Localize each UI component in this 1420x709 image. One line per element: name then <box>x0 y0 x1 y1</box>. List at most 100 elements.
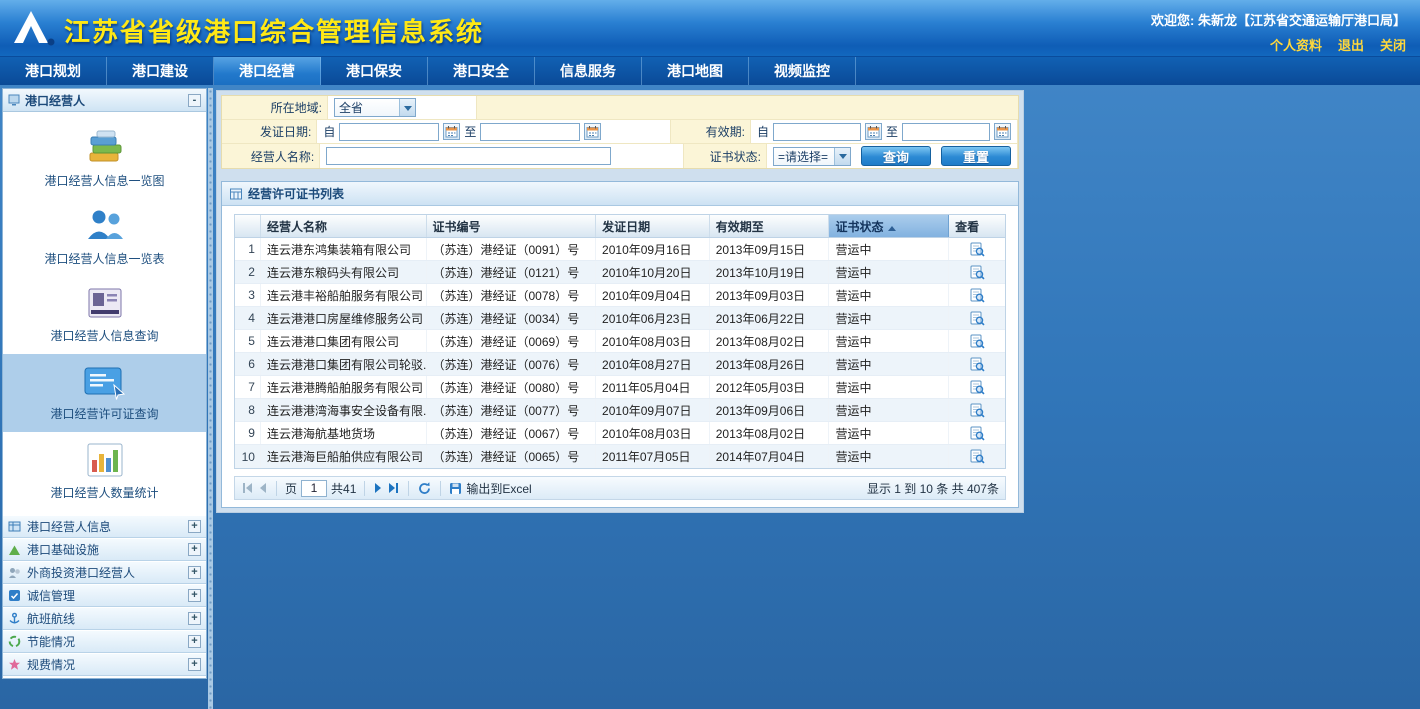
content-area: 港口经营人 - 港口经营人信息一览图港口经营人信息一览表港口经营人信息查询港口经… <box>0 85 1420 709</box>
accordion-item-5[interactable]: 航班航线 + <box>3 607 206 630</box>
accordion-item-3[interactable]: 外商投资港口经营人+ <box>3 561 206 584</box>
nav-tab-8[interactable]: 视频监控 <box>749 57 856 85</box>
issue-date-to-input[interactable] <box>480 123 580 141</box>
nav-tab-7[interactable]: 港口地图 <box>642 57 749 85</box>
table-row[interactable]: 9连云港海航基地货场（苏连）港经证（0067）号2010年08月03日2013年… <box>235 422 1005 445</box>
export-excel-button[interactable]: 输出到Excel <box>449 480 531 497</box>
nav-tab-2[interactable]: 港口建设 <box>107 57 214 85</box>
grid-header-col-2[interactable]: 证书编号 <box>427 215 597 237</box>
table-row[interactable]: 3连云港丰裕船舶服务有限公司（苏连）港经证（0078）号2010年09月04日2… <box>235 284 1005 307</box>
accordion-item-label: 航班航线 <box>27 610 75 627</box>
table-row[interactable]: 6连云港港口集团有限公司轮驳...（苏连）港经证（0076）号2010年08月2… <box>235 353 1005 376</box>
view-icon[interactable] <box>970 242 985 257</box>
table-row[interactable]: 1连云港东鸿集装箱有限公司（苏连）港经证（0091）号2010年09月16日20… <box>235 238 1005 261</box>
view-icon[interactable] <box>970 380 985 395</box>
expand-button[interactable]: + <box>188 658 201 671</box>
expand-button[interactable]: + <box>188 566 201 579</box>
cell-issue-date: 2011年05月04日 <box>596 376 710 398</box>
table-row[interactable]: 10连云港海巨船舶供应有限公司（苏连）港经证（0065）号2011年07月05日… <box>235 445 1005 468</box>
reset-button[interactable]: 重置 <box>941 146 1011 166</box>
operator-name-cell <box>319 144 684 168</box>
next-page-button[interactable] <box>373 482 383 494</box>
accordion-item-4[interactable]: 诚信管理 + <box>3 584 206 607</box>
sidebar-splitter[interactable] <box>208 88 213 709</box>
status-label: 证书状态: <box>684 144 766 168</box>
accordion-item-label: 诚信管理 <box>27 587 75 604</box>
cell-status: 营运中 <box>829 376 949 398</box>
validity-from-input[interactable] <box>773 123 861 141</box>
view-icon[interactable] <box>970 403 985 418</box>
nav-tab-6[interactable]: 信息服务 <box>535 57 642 85</box>
view-icon[interactable] <box>970 311 985 326</box>
table-row[interactable]: 5连云港港口集团有限公司（苏连）港经证（0069）号2010年08月03日201… <box>235 330 1005 353</box>
table-row[interactable]: 8连云港港湾海事安全设备有限...（苏连）港经证（0077）号2010年09月0… <box>235 399 1005 422</box>
sidebar-item-4[interactable]: 港口经营许可证查询 <box>3 354 206 432</box>
page-number-input[interactable] <box>301 480 327 497</box>
column-label: 证书状态 <box>835 218 883 235</box>
welcome-text: 欢迎您: 朱新龙【江苏省交通运输厅港口局】 <box>1151 10 1406 29</box>
chevron-down-icon <box>399 99 415 116</box>
refresh-icon[interactable] <box>417 481 432 496</box>
validity-to-input[interactable] <box>902 123 990 141</box>
cell-status: 营运中 <box>829 353 949 375</box>
grid-header-col-1[interactable]: 经营人名称 <box>261 215 427 237</box>
view-icon[interactable] <box>970 288 985 303</box>
grid-header-col-6[interactable]: 查看 <box>949 215 1005 237</box>
cell-rownum: 8 <box>235 399 261 421</box>
accordion-item-label: 港口经营人信息 <box>27 518 111 535</box>
nav-tab-3[interactable]: 港口经营 <box>214 57 321 85</box>
region-select[interactable]: 全省 <box>334 98 416 117</box>
infrastructure-icon <box>8 543 21 556</box>
search-button[interactable]: 查询 <box>861 146 931 166</box>
collapse-button[interactable]: - <box>188 94 201 107</box>
column-label: 有效期至 <box>716 218 764 235</box>
grid-header-col-5[interactable]: 证书状态 <box>829 215 949 237</box>
from-label: 自 <box>757 123 769 140</box>
cell-cert-no: （苏连）港经证（0078）号 <box>427 284 597 306</box>
nav-tab-4[interactable]: 港口保安 <box>321 57 428 85</box>
calendar-icon[interactable] <box>994 123 1011 140</box>
logout-link[interactable]: 退出 <box>1338 35 1364 54</box>
operator-name-input[interactable] <box>326 147 611 165</box>
view-icon[interactable] <box>970 265 985 280</box>
accordion-item-2[interactable]: 港口基础设施+ <box>3 538 206 561</box>
accordion-item-1[interactable]: 港口经营人信息 + <box>3 515 206 538</box>
view-icon[interactable] <box>970 426 985 441</box>
list-panel-header: 经营许可证书列表 <box>222 182 1018 206</box>
view-icon[interactable] <box>970 334 985 349</box>
first-page-button[interactable] <box>241 482 254 494</box>
nav-tab-1[interactable]: 港口规划 <box>0 57 107 85</box>
sidebar-item-5[interactable]: 港口经营人数量统计 <box>3 432 206 510</box>
expand-button[interactable]: + <box>188 635 201 648</box>
pagination-summary: 显示 1 到 10 条 共 407条 <box>867 480 999 497</box>
expand-button[interactable]: + <box>188 520 201 533</box>
table-row[interactable]: 4连云港港口房屋维修服务公司（苏连）港经证（0034）号2010年06月23日2… <box>235 307 1005 330</box>
expand-button[interactable]: + <box>188 612 201 625</box>
expand-button[interactable]: + <box>188 543 201 556</box>
issue-date-from-input[interactable] <box>339 123 439 141</box>
calendar-icon[interactable] <box>443 123 460 140</box>
table-row[interactable]: 2连云港东粮码头有限公司（苏连）港经证（0121）号2010年10月20日201… <box>235 261 1005 284</box>
status-select[interactable]: =请选择= <box>773 147 851 166</box>
cell-operator-name: 连云港港口集团有限公司 <box>261 330 427 352</box>
expand-button[interactable]: + <box>188 589 201 602</box>
accordion-item-6[interactable]: 节能情况+ <box>3 630 206 653</box>
sidebar-item-2[interactable]: 港口经营人信息一览表 <box>3 198 206 276</box>
grid-header-col-3[interactable]: 发证日期 <box>596 215 710 237</box>
profile-link[interactable]: 个人资料 <box>1270 35 1322 54</box>
grid-header-col-4[interactable]: 有效期至 <box>710 215 830 237</box>
sidebar-item-3[interactable]: 港口经营人信息查询 <box>3 276 206 354</box>
view-icon[interactable] <box>970 449 985 464</box>
cell-view <box>949 399 1005 421</box>
table-row[interactable]: 7连云港港腾船舶服务有限公司（苏连）港经证（0080）号2011年05月04日2… <box>235 376 1005 399</box>
calendar-icon[interactable] <box>865 123 882 140</box>
nav-tab-5[interactable]: 港口安全 <box>428 57 535 85</box>
sidebar-item-1[interactable]: 港口经营人信息一览图 <box>3 120 206 198</box>
accordion-item-7[interactable]: 规费情况+ <box>3 653 206 676</box>
close-link[interactable]: 关闭 <box>1380 35 1406 54</box>
calendar-icon[interactable] <box>584 123 601 140</box>
last-page-button[interactable] <box>387 482 400 494</box>
cell-operator-name: 连云港东鸿集装箱有限公司 <box>261 238 427 260</box>
prev-page-button[interactable] <box>258 482 268 494</box>
view-icon[interactable] <box>970 357 985 372</box>
